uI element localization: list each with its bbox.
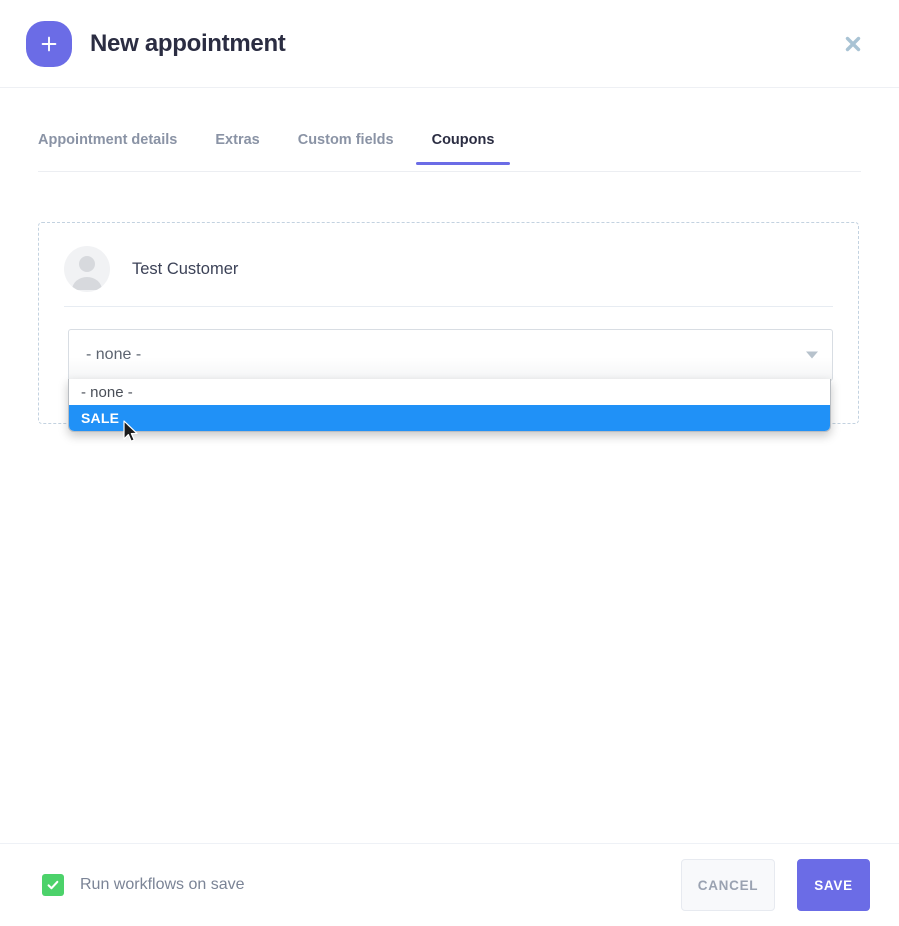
customer-name: Test Customer [132,259,239,278]
run-workflows-toggle[interactable]: Run workflows on save [42,874,245,896]
dropdown-option-none[interactable]: - none - [69,379,830,405]
plus-icon [26,20,72,67]
modal-footer: Run workflows on save CANCEL SAVE [0,843,899,926]
coupon-select[interactable]: - none - [68,329,833,381]
new-appointment-modal: New appointment Appointment details Extr… [0,0,899,926]
tab-appointment-details[interactable]: Appointment details [38,128,177,164]
user-avatar-icon [64,246,110,292]
chevron-down-icon [806,351,818,359]
coupon-select-dropdown[interactable]: - none - SALE [68,379,831,432]
tab-custom-fields[interactable]: Custom fields [298,128,394,164]
dropdown-option-sale[interactable]: SALE [69,405,830,431]
tab-bar: Appointment details Extras Custom fields… [38,128,861,172]
panel-divider [64,306,833,307]
modal-header: New appointment [0,0,899,88]
close-icon[interactable] [839,30,867,58]
tab-extras[interactable]: Extras [215,128,259,164]
customer-row: Test Customer [64,246,238,292]
run-workflows-label: Run workflows on save [80,876,245,893]
footer-actions: CANCEL SAVE [681,859,870,911]
tab-coupons[interactable]: Coupons [415,128,511,165]
coupon-select-value: - none - [86,346,142,363]
page-title: New appointment [90,29,286,57]
save-button[interactable]: SAVE [797,859,870,911]
check-icon[interactable] [42,874,64,896]
cancel-button[interactable]: CANCEL [681,859,775,911]
